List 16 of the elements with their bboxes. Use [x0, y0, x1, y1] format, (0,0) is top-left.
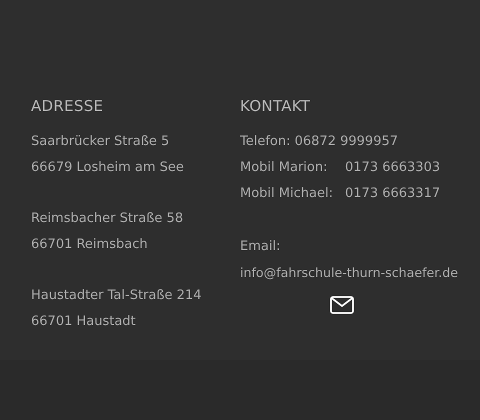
address-line: Saarbrücker Straße 5 [31, 133, 170, 151]
address-line: 66679 Losheim am See [31, 159, 185, 177]
section-heading: ADRESSE [31, 96, 104, 116]
mail-icon[interactable] [330, 296, 354, 314]
mobile-label: Mobil Marion: [240, 159, 328, 177]
mobile-label: Mobil Michael: [240, 185, 334, 203]
mobile-number: 0173 6663303 [345, 159, 440, 177]
section-heading: KONTAKT [240, 96, 312, 116]
mobile-number: 0173 6663317 [345, 185, 440, 203]
email-label: Email: [240, 238, 282, 256]
address-line: 66701 Reimsbach [31, 236, 149, 254]
address-line: Haustadter Tal-Straße 214 [31, 287, 202, 305]
phone-number: Telefon: 06872 9999957 [240, 133, 400, 151]
address-line: Reimsbacher Straße 58 [31, 210, 184, 228]
address-line: 66701 Haustadt [31, 313, 137, 331]
email-link[interactable]: info@fahrschule-thurn-schaefer.de [240, 260, 480, 286]
